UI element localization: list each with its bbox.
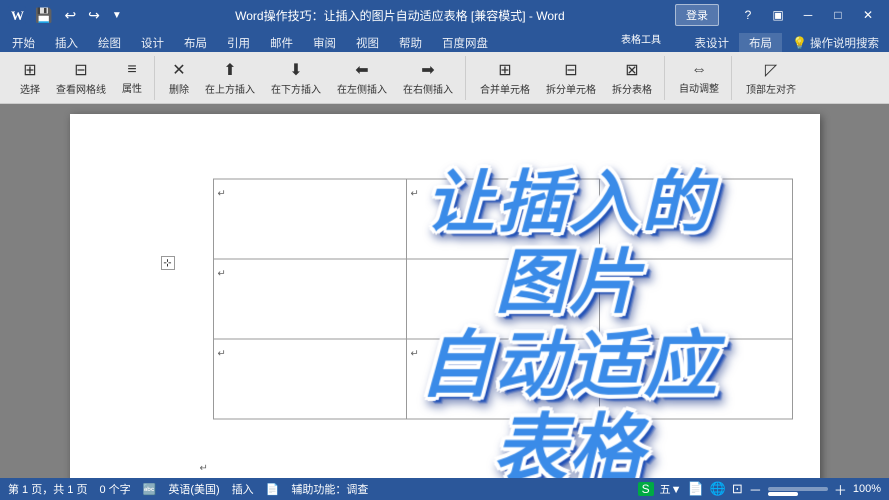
tab-help[interactable]: 帮助	[389, 33, 432, 52]
insert-below-btn[interactable]: ⬇ 在下方插入	[265, 58, 327, 98]
view-web-icon[interactable]: 🌐	[710, 481, 726, 497]
close-button[interactable]: ✕	[855, 5, 881, 25]
title-bar: W 💾 ↩ ↪ ▼ Word操作技巧：让插入的图片自动适应表格 [兼容模式] -…	[0, 0, 889, 30]
cell-return-arrow: ↵	[218, 349, 226, 360]
table-cell[interactable]: ↵	[213, 179, 406, 259]
page-count: 第 1 页，共 1 页	[8, 481, 87, 497]
window-title: Word操作技巧：让插入的图片自动适应表格 [兼容模式] - Word	[125, 7, 675, 24]
zoom-in-icon[interactable]: ＋	[834, 480, 847, 499]
ribbon-tabs-row: 开始 插入 绘图 设计 布局 引用 邮件 审阅 视图 帮助 百度网盘 表设计 布…	[0, 30, 889, 52]
insert-above-btn[interactable]: ⬆ 在上方插入	[199, 58, 261, 98]
table-row: ↵ ↵	[213, 259, 792, 339]
restore-button[interactable]: □	[825, 5, 851, 25]
help-icon[interactable]: ?	[735, 5, 761, 25]
zoom-level: 100%	[853, 483, 881, 495]
autofit-btn[interactable]: ⇔ 自动调整	[673, 58, 725, 98]
gridlines-btn[interactable]: ⊟ 查看网格线	[50, 58, 112, 98]
view-print-icon[interactable]: 📄	[688, 481, 704, 497]
ribbon-toolbar: 表格工具 ⊞ 选择 ⊟ 查看网格线 ≡ 属性 ✕ 删除 ⬆ 在上方插入 ⬇ 在下…	[0, 52, 889, 104]
cell-return-arrow: ↵	[604, 269, 612, 280]
quick-access-toolbar: W 💾 ↩ ↪ ▼	[8, 5, 125, 26]
table-cell[interactable]	[406, 259, 599, 339]
save-icon[interactable]: 💾	[32, 5, 55, 26]
document-area: ⊹ ↵ ↵ ↵ ↵ ↵ ↵ ↵ ↵ ↵ 让插入的图片自动适应表格	[0, 104, 889, 478]
svg-text:W: W	[11, 8, 24, 23]
word-count: 0 个字	[99, 481, 130, 497]
table-group: ⊞ 选择 ⊟ 查看网格线 ≡ 属性	[8, 56, 155, 100]
tab-view[interactable]: 视图	[346, 33, 389, 52]
tab-table-design[interactable]: 表设计	[685, 33, 740, 52]
split-table-btn[interactable]: ⊠ 拆分表格	[606, 58, 658, 98]
status-bar-right: S 五▼ 📄 🌐 ⊡ － ＋ 100%	[638, 480, 881, 499]
delete-btn[interactable]: ✕ 删除	[163, 58, 195, 98]
cell-return-arrow: ↵	[411, 189, 419, 200]
zoom-slider[interactable]	[768, 487, 828, 491]
align-group: ◸ 顶部左对齐	[734, 56, 808, 100]
cell-return-arrow: ↵	[218, 269, 226, 280]
accessibility-label: 辅助功能：调查	[291, 481, 368, 497]
redo-icon[interactable]: ↪	[85, 5, 103, 26]
cell-return-arrow: ↵	[604, 349, 612, 360]
table-cell[interactable]: ↵	[213, 339, 406, 419]
table-cell[interactable]: ↵	[599, 339, 792, 419]
split-cells-btn[interactable]: ⊟ 拆分单元格	[540, 58, 602, 98]
view-focus-icon[interactable]: ⊡	[732, 481, 743, 497]
table-row: ↵ ↵ ↵	[213, 339, 792, 419]
insert-mode-indicator[interactable]: 插入	[232, 481, 254, 497]
tab-review[interactable]: 审阅	[303, 33, 346, 52]
sogou-brand: S	[638, 482, 654, 496]
outside-return-arrow: ↵	[200, 463, 208, 474]
wubi-label: 五▼	[660, 481, 682, 497]
table-cell[interactable]: ↵	[599, 259, 792, 339]
spell-check-icon[interactable]: 🔤	[143, 483, 157, 496]
tab-baiduyun[interactable]: 百度网盘	[432, 33, 498, 52]
insert-right-btn[interactable]: ➡ 在右侧插入	[397, 58, 459, 98]
document-table[interactable]: ↵ ↵ ↵ ↵ ↵ ↵ ↵ ↵	[213, 179, 793, 420]
table-cell[interactable]: ↵	[406, 179, 599, 259]
cell-return-arrow: ↵	[604, 189, 612, 200]
search-help-icon[interactable]: 💡 操作说明搜索	[782, 33, 889, 52]
customize-icon[interactable]: ▼	[109, 8, 125, 23]
tab-insert[interactable]: 插入	[45, 33, 88, 52]
zoom-out-icon[interactable]: －	[749, 480, 762, 499]
tab-start[interactable]: 开始	[2, 33, 45, 52]
merge-cells-btn[interactable]: ⊞ 合并单元格	[474, 58, 536, 98]
tab-layout[interactable]: 布局	[174, 33, 217, 52]
tab-reference[interactable]: 引用	[217, 33, 260, 52]
focus-mode-icon[interactable]: 📄	[266, 483, 280, 496]
cell-return-arrow: ↵	[218, 189, 226, 200]
cell-size-group: ⇔ 自动调整	[667, 56, 732, 100]
properties-btn[interactable]: ≡ 属性	[116, 58, 148, 98]
status-bar: 第 1 页，共 1 页 0 个字 🔤 英语(美国) 插入 📄 辅助功能：调查 S…	[0, 478, 889, 500]
table-move-handle[interactable]: ⊹	[161, 256, 175, 270]
tab-mail[interactable]: 邮件	[260, 33, 303, 52]
window-controls: 登录 ? ▣ ─ □ ✕	[675, 4, 881, 26]
table-cell[interactable]: ↵	[599, 179, 792, 259]
undo-icon[interactable]: ↩	[61, 5, 79, 26]
tab-draw[interactable]: 绘图	[88, 33, 131, 52]
ribbon-toggle-icon[interactable]: ▣	[765, 5, 791, 25]
align-topleft-btn[interactable]: ◸ 顶部左对齐	[740, 58, 802, 98]
rows-cols-group: ✕ 删除 ⬆ 在上方插入 ⬇ 在下方插入 ⬅ 在左侧插入 ➡ 在右侧插入	[157, 56, 466, 100]
table-tools-label: 表格工具	[613, 30, 669, 47]
table-cell[interactable]: ↵	[213, 259, 406, 339]
tab-design[interactable]: 设计	[131, 33, 174, 52]
table-cell[interactable]: ↵	[406, 339, 599, 419]
cell-return-arrow: ↵	[411, 349, 419, 360]
right-tabs: 表设计 布局 💡 操作说明搜索	[685, 33, 889, 52]
language-indicator[interactable]: 英语(美国)	[168, 481, 219, 497]
document-page: ⊹ ↵ ↵ ↵ ↵ ↵ ↵ ↵ ↵ ↵ 让插入的图片自动适应表格	[70, 114, 820, 478]
login-button[interactable]: 登录	[675, 4, 719, 26]
minimize-button[interactable]: ─	[795, 5, 821, 25]
insert-left-btn[interactable]: ⬅ 在左侧插入	[331, 58, 393, 98]
tab-table-layout[interactable]: 布局	[739, 33, 782, 52]
word-app-icon: W	[8, 6, 26, 24]
merge-group: ⊞ 合并单元格 ⊟ 拆分单元格 ⊠ 拆分表格	[468, 56, 665, 100]
select-btn[interactable]: ⊞ 选择	[14, 58, 46, 98]
table-row: ↵ ↵ ↵	[213, 179, 792, 259]
